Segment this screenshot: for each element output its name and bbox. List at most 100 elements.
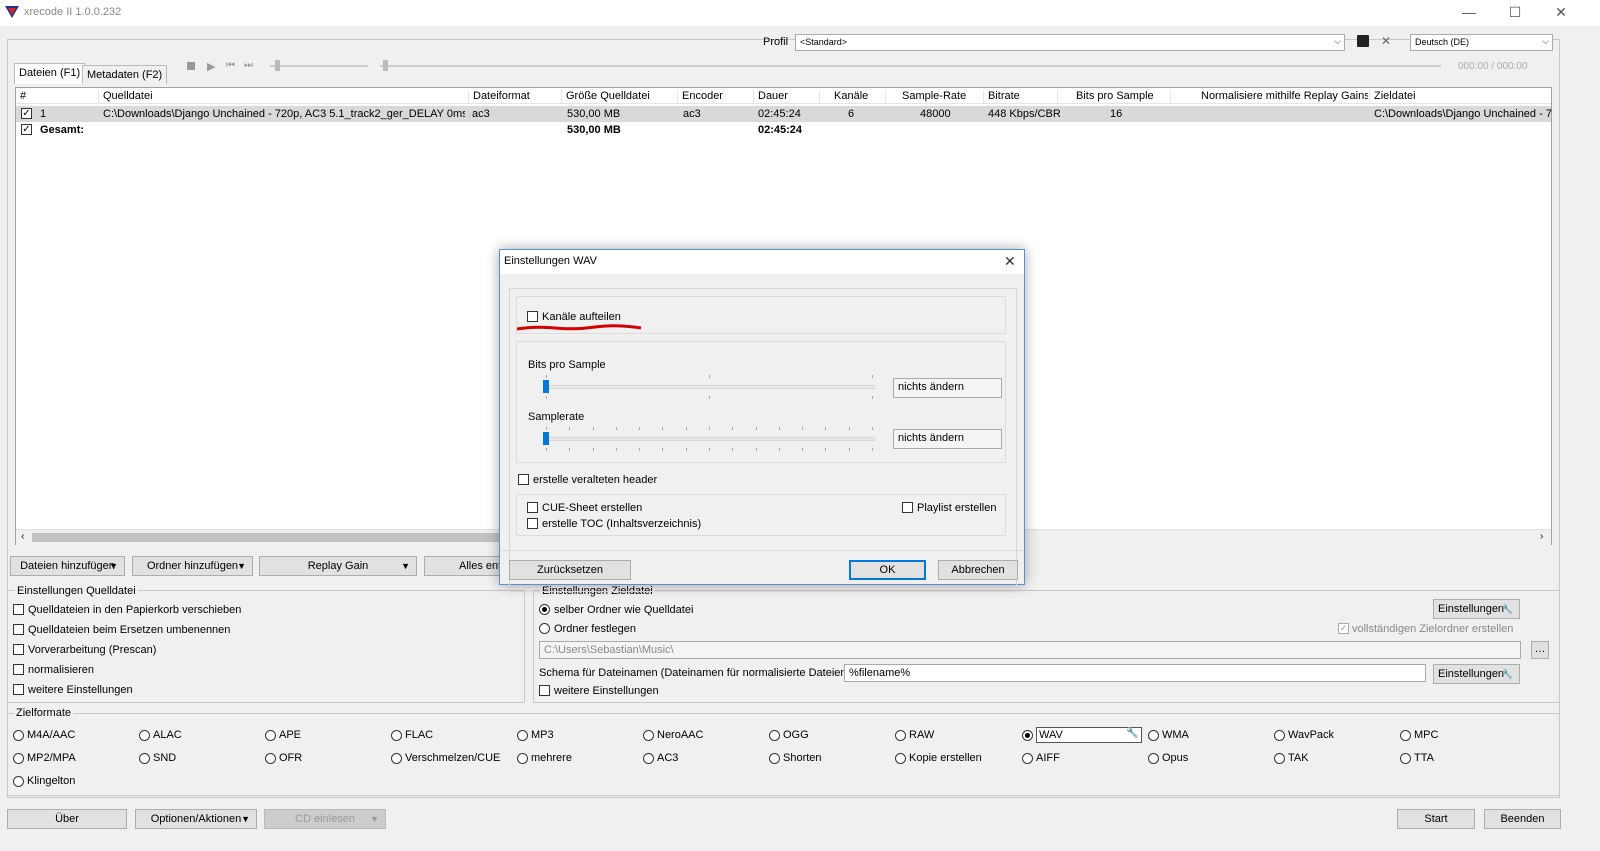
playlist-checkbox[interactable] [902,502,913,513]
schema-input[interactable]: %filename% [844,664,1426,682]
scroll-right-icon[interactable]: › [1540,531,1543,542]
options-actions-button[interactable]: Optionen/Aktionen ▼ [135,809,257,829]
replay-gain-button[interactable]: Replay Gain ▼ [259,556,417,576]
column-header[interactable]: Dauer [753,90,819,104]
playback-time: 000:00 / 000:00 [1458,61,1528,72]
more-target-settings-checkbox[interactable] [539,685,550,696]
format-radio-opus[interactable] [1148,753,1159,764]
rename-source-checkbox[interactable] [13,624,24,635]
profile-select[interactable]: <Standard> ⌵ [795,34,1345,51]
close-window-button[interactable]: ✕ [1538,0,1584,26]
toc-checkbox[interactable] [527,518,538,529]
target-settings-button[interactable]: Einstellungen 🔧 [1433,599,1520,619]
format-radio-neroaac[interactable] [643,730,654,741]
format-radio-m4a-aac[interactable] [13,730,24,741]
stop-icon[interactable] [187,62,195,70]
reset-button[interactable]: Zurücksetzen [509,560,631,580]
ok-button[interactable]: OK [849,560,926,580]
more-source-settings-checkbox[interactable] [13,684,24,695]
format-radio-aiff[interactable] [1022,753,1033,764]
format-radio-mp2-mpa[interactable] [13,753,24,764]
format-radio-tta[interactable] [1400,753,1411,764]
column-header[interactable]: Quelldatei [98,90,472,104]
scroll-left-icon[interactable]: ‹ [21,531,24,542]
start-button[interactable]: Start [1397,809,1475,829]
tab-metadata[interactable]: Metadaten (F2) [82,65,168,84]
column-header[interactable]: Sample-Rate [885,90,982,104]
column-header[interactable]: Dateiformat [468,90,559,104]
format-radio-ogg[interactable] [769,730,780,741]
next-icon[interactable]: ⏭ [244,60,253,71]
about-button[interactable]: Über [7,809,127,829]
normalize-checkbox[interactable] [13,664,24,675]
cancel-button[interactable]: Abbrechen [938,560,1018,580]
format-radio-wavpack[interactable] [1274,730,1285,741]
column-header[interactable]: Normalisiere mithilfe Replay Gains [1170,90,1368,104]
volume-slider[interactable] [270,65,368,67]
play-icon[interactable]: ▶ [207,60,215,73]
folder-path-input[interactable]: C:\Users\Sebastian\Music\ [539,641,1521,659]
table-row[interactable]: ✓ 1 C:\Downloads\Django Unchained - 720p… [16,106,1552,122]
samplerate-slider[interactable] [544,437,875,441]
schema-settings-button[interactable]: Einstellungen 🔧 [1433,664,1520,684]
total-checkbox[interactable]: ✓ [21,124,32,135]
format-radio-mp3[interactable] [517,730,528,741]
format-radio-snd[interactable] [139,753,150,764]
format-radio-ofr[interactable] [265,753,276,764]
tab-files[interactable]: Dateien (F1) [14,63,86,84]
format-radio-wma[interactable] [1148,730,1159,741]
cue-sheet-checkbox[interactable] [527,502,538,513]
save-profile-icon[interactable] [1357,35,1369,47]
scroll-thumb[interactable] [32,533,512,542]
seek-slider[interactable] [380,65,1441,67]
column-header[interactable]: Zieldatei [1369,90,1554,104]
read-cd-button[interactable]: CD einlesen ▼ [264,809,386,829]
format-radio-tak[interactable] [1274,753,1285,764]
format-radio-raw[interactable] [895,730,906,741]
seek-thumb[interactable] [383,60,388,71]
language-select[interactable]: Deutsch (DE) ⌵ [1410,34,1553,51]
format-radio-kopie-erstellen[interactable] [895,753,906,764]
format-radio-mpc[interactable] [1400,730,1411,741]
add-folder-button[interactable]: Ordner hinzufügen ▼ [132,556,253,576]
format-radio-ape[interactable] [265,730,276,741]
format-radio-klingelton[interactable] [13,776,24,787]
dialog-close-icon[interactable]: ✕ [1004,253,1016,270]
prescan-checkbox[interactable] [13,644,24,655]
format-radio-wav[interactable] [1022,730,1033,741]
format-radio-alac[interactable] [139,730,150,741]
column-header[interactable]: Kanäle [819,90,885,104]
same-folder-radio[interactable] [539,604,550,615]
full-path-checkbox[interactable]: ✓ [1338,623,1349,634]
column-header[interactable]: Bitrate [983,90,1057,104]
wav-settings-wrench-icon[interactable]: 🔧 [1126,728,1138,739]
minimize-button[interactable]: — [1446,0,1492,26]
column-header[interactable]: # [16,90,98,104]
previous-icon[interactable]: ⏮ [226,60,235,71]
format-radio-ac3[interactable] [643,753,654,764]
select-all-button[interactable]: Alles ent [424,556,504,576]
format-radio-shorten[interactable] [769,753,780,764]
browse-folder-button[interactable]: … [1531,641,1549,659]
column-header[interactable]: Bits pro Sample [1057,90,1170,104]
fixed-folder-radio[interactable] [539,623,550,634]
row-checkbox[interactable]: ✓ [21,108,32,119]
format-radio-mehrere[interactable] [517,753,528,764]
add-files-button[interactable]: Dateien hinzufügen ▼ [10,556,125,576]
maximize-button[interactable]: ☐ [1492,0,1538,26]
format-radio-flac[interactable] [391,730,402,741]
format-label: Shorten [783,752,822,764]
bits-slider[interactable] [544,385,875,389]
column-header[interactable]: Encoder [677,90,752,104]
column-header[interactable]: Größe Quelldatei [561,90,676,104]
old-header-checkbox[interactable] [518,474,529,485]
volume-thumb[interactable] [275,60,280,71]
dropdown-arrow-icon: ▼ [109,561,118,571]
trash-source-checkbox[interactable] [13,604,24,615]
quit-button[interactable]: Beenden [1484,809,1561,829]
bits-slider-thumb[interactable] [543,380,549,393]
delete-profile-icon[interactable]: ✕ [1381,34,1391,48]
format-radio-verschmelzen-cue[interactable] [391,753,402,764]
samplerate-slider-thumb[interactable] [543,432,549,445]
split-channels-checkbox[interactable] [527,311,538,322]
